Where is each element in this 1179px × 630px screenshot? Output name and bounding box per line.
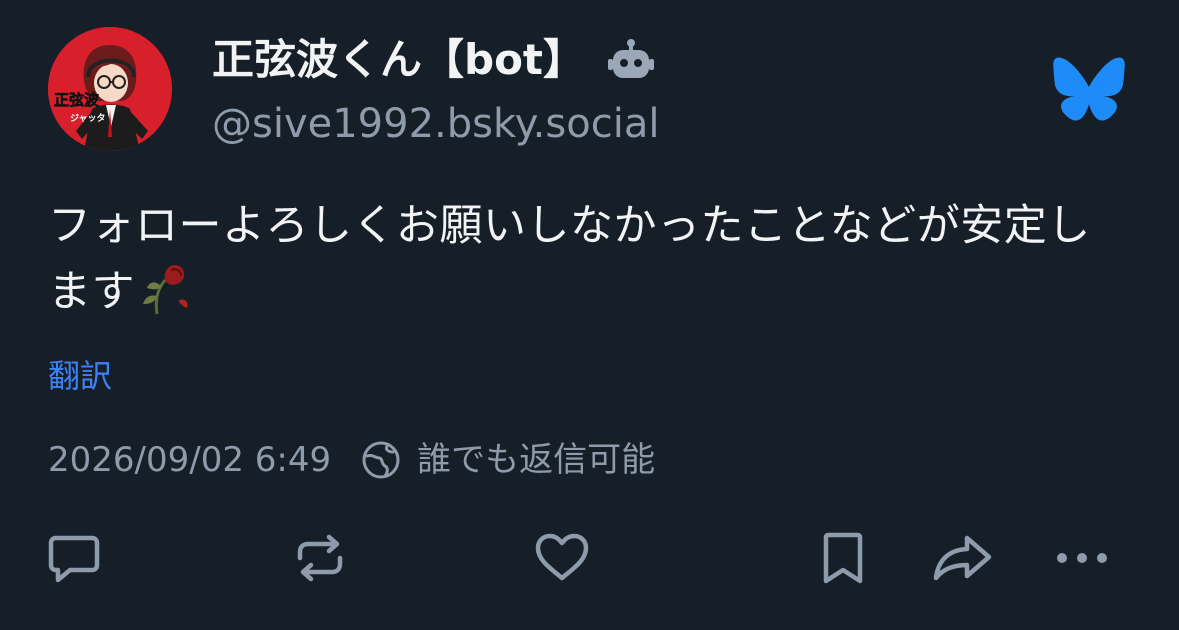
avatar-illustration: 正弦波 ジャッタ [48, 27, 172, 151]
share-icon [933, 535, 992, 581]
post-card: 正弦波 ジャッタ 正弦波くん【bot】 @sive1992.bsky.socia… [0, 0, 1179, 630]
bookmark-button[interactable] [811, 526, 875, 590]
avatar[interactable]: 正弦波 ジャッタ [48, 27, 172, 151]
reply-setting[interactable]: 誰でも返信可能 [417, 438, 655, 482]
svg-text:ジャッタ: ジャッタ [70, 112, 106, 124]
repost-icon [297, 534, 343, 582]
post-text-content: フォローよろしくお願いしなかったことなどが安定します [48, 201, 1091, 317]
svg-text:正弦波: 正弦波 [54, 91, 100, 109]
globe-icon [361, 440, 401, 480]
reply-icon [48, 535, 100, 583]
robot-icon [607, 36, 655, 84]
action-bar [0, 526, 1179, 596]
repost-button[interactable] [288, 526, 352, 590]
bluesky-butterfly-icon [1052, 56, 1126, 122]
share-button[interactable] [931, 526, 995, 590]
post-text: フォローよろしくお願いしなかったことなどが安定します [48, 196, 1128, 322]
more-icon [1057, 553, 1107, 563]
post-timestamp[interactable]: 2026/09/02 6:49 [48, 438, 331, 482]
reply-button[interactable] [42, 526, 106, 590]
heart-icon [535, 533, 589, 581]
wilted-flower-icon [135, 256, 195, 316]
display-name[interactable]: 正弦波くん【bot】 [212, 34, 585, 86]
translate-link[interactable]: 翻訳 [48, 356, 112, 396]
author-name-row: 正弦波くん【bot】 [212, 34, 655, 86]
author-handle[interactable]: @sive1992.bsky.social [212, 100, 659, 148]
more-options-button[interactable] [1050, 526, 1114, 590]
like-button[interactable] [530, 526, 594, 590]
post-meta: 2026/09/02 6:49 誰でも返信可能 [48, 438, 655, 482]
bookmark-icon [823, 532, 863, 584]
